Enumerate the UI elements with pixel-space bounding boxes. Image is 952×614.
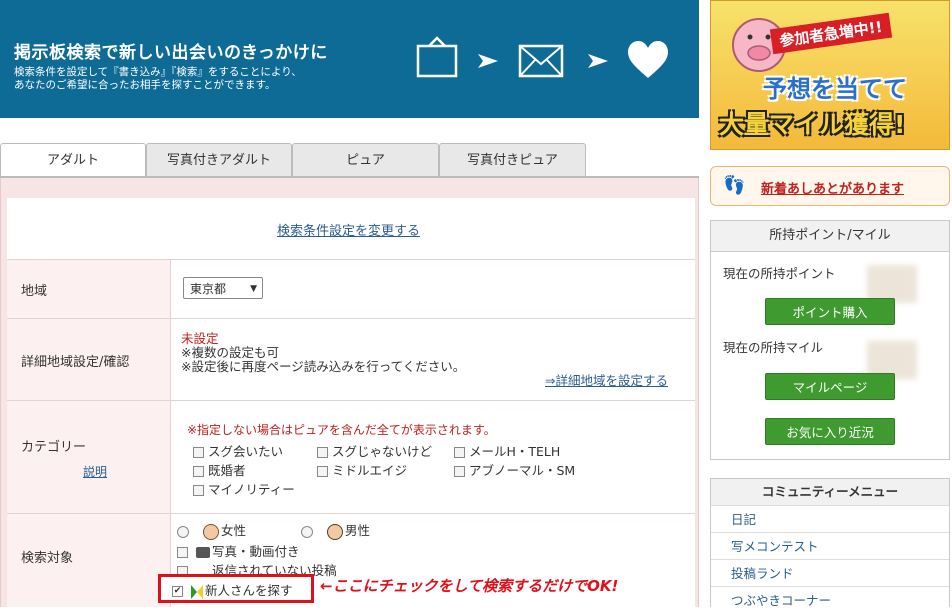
checkbox[interactable] — [193, 485, 204, 496]
checkbox[interactable] — [193, 466, 204, 477]
checkbox[interactable] — [454, 466, 465, 477]
detail-region-set-link[interactable]: ⇒詳細地域を設定する — [545, 370, 668, 389]
community-item-tweet-corner[interactable]: つぶやきコーナー — [711, 586, 949, 613]
search-panel: 検索条件設定を変更する 地域 東京都 ▼ 詳細地域設定/確認 未設定 ※複数の設… — [0, 178, 699, 607]
hero-title: 掲示板検索で新しい出会いのきっかけに — [14, 43, 328, 63]
tab-adult-photo[interactable]: 写真付きアダルト — [146, 143, 292, 176]
checkbox[interactable] — [317, 447, 328, 458]
change-conditions-row: 検索条件設定を変更する — [7, 198, 695, 260]
gender-male-option[interactable]: 男性 — [301, 520, 370, 540]
checkbox-checked[interactable]: ✔ — [172, 586, 183, 597]
community-menu: コミュニティーメニュー 日記 写メコンテスト 投稿ランド つぶやきコーナー — [710, 478, 950, 608]
buy-points-button[interactable]: ポイント購入 — [765, 298, 895, 325]
points-box: 所持ポイント/マイル 現在の所持ポイント ポイント購入 現在の所持マイル マイル… — [710, 220, 950, 460]
category-label: カテゴリー — [21, 440, 87, 455]
detail-unset-text: 未設定 — [181, 331, 219, 346]
footprint-link[interactable]: 新着あしあとがあります — [761, 178, 904, 197]
category-option[interactable]: メールH・TELH — [454, 441, 560, 460]
search-target-label: 検索対象 — [21, 551, 74, 566]
category-option[interactable]: マイノリティー — [193, 479, 295, 498]
category-row: カテゴリー 説明 ※指定しない場合はピュアを含んだ全てが表示されます。 スグ会い… — [7, 401, 695, 514]
category-option[interactable]: スグじゃないけど — [317, 441, 432, 460]
detail-note-2: ※設定後に再度ページ読み込みを行ってください。 — [181, 359, 466, 374]
beginner-mark-icon — [190, 584, 203, 599]
ad-line-2: 大量マイル獲得! — [719, 110, 906, 139]
region-select[interactable]: 東京都 ▼ — [183, 277, 263, 299]
newcomer-option[interactable]: ✔ 新人さんを探す — [172, 580, 293, 599]
change-conditions-link[interactable]: 検索条件設定を変更する — [277, 220, 420, 239]
annotation-text: ←ここにチェックをして検索するだけでOK! — [320, 577, 619, 595]
community-header: コミュニティーメニュー — [711, 479, 949, 505]
hero-banner: 掲示板検索で新しい出会いのきっかけに 検索条件を設定して『書き込み』『検索』をす… — [0, 0, 699, 118]
camera-icon — [195, 547, 210, 558]
points-header: 所持ポイント/マイル — [711, 221, 949, 252]
favorites-button[interactable]: お気に入り近況 — [765, 418, 895, 445]
ad-line-1: 予想を当てて — [763, 75, 907, 103]
category-option[interactable]: ミドルエイジ — [317, 460, 407, 479]
community-item-diary[interactable]: 日記 — [711, 505, 949, 532]
tab-adult[interactable]: アダルト — [0, 143, 146, 178]
detail-region-label-cell: 詳細地域設定/確認 — [7, 319, 171, 400]
region-select-value: 東京都 — [190, 282, 227, 296]
tab-pure[interactable]: ピュア — [292, 143, 439, 176]
tab-pure-photo[interactable]: 写真付きピュア — [439, 143, 586, 176]
community-item-photo-contest[interactable]: 写メコンテスト — [711, 532, 949, 559]
category-label-cell: カテゴリー 説明 — [7, 401, 171, 513]
miles-page-button[interactable]: マイルページ — [765, 373, 895, 400]
checkbox[interactable] — [317, 466, 328, 477]
checkbox[interactable] — [193, 447, 204, 458]
radio-button[interactable] — [177, 525, 189, 538]
footprint-icon: 👣 — [723, 175, 746, 196]
ad-banner[interactable]: 参加者急増中!! 予想を当てて 大量マイル獲得! — [710, 0, 950, 150]
arrow-right-icon — [478, 54, 498, 68]
current-miles-label: 現在の所持マイル — [723, 340, 824, 355]
search-target-label-cell: 検索対象 — [7, 514, 171, 607]
gender-female-option[interactable]: 女性 — [177, 520, 246, 540]
hero-description: 検索条件を設定して『書き込み』『検索』をすることにより、 あなたのご希望に合った… — [14, 66, 302, 91]
female-avatar-icon — [202, 523, 219, 540]
checkbox[interactable] — [454, 447, 465, 458]
current-points-label: 現在の所持ポイント — [723, 266, 836, 281]
newcomer-highlight: ✔ 新人さんを探す — [158, 574, 314, 603]
with-photo-option[interactable]: 写真・動画付き — [177, 541, 300, 560]
community-item-post-land[interactable]: 投稿ランド — [711, 559, 949, 586]
mail-icon — [518, 44, 564, 78]
category-note: ※指定しない場合はピュアを含んだ全てが表示されます。 — [187, 423, 496, 437]
radio-button[interactable] — [301, 525, 313, 538]
detail-note-1: ※複数の設定も可 — [181, 345, 279, 360]
dropdown-arrow-icon: ▼ — [250, 284, 257, 294]
detail-region-row: 詳細地域設定/確認 未設定 ※複数の設定も可 ※設定後に再度ページ読み込みを行っ… — [7, 319, 695, 401]
category-option[interactable]: スグ会いたい — [193, 441, 283, 460]
heart-icon — [628, 41, 668, 78]
detail-region-label: 詳細地域設定/確認 — [21, 355, 130, 370]
category-help-link[interactable]: 説明 — [83, 463, 107, 480]
arrow-right-icon — [588, 54, 608, 68]
footprint-notice[interactable]: 👣 新着あしあとがあります — [710, 166, 950, 206]
detail-region-info: 未設定 ※複数の設定も可 ※設定後に再度ページ読み込みを行ってください。 — [181, 332, 465, 374]
region-label-cell: 地域 — [7, 260, 171, 318]
region-label: 地域 — [21, 284, 48, 299]
checkbox[interactable] — [177, 547, 188, 558]
category-option[interactable]: 既婚者 — [193, 460, 246, 479]
board-icon — [416, 36, 458, 78]
male-avatar-icon — [326, 523, 343, 540]
region-row: 地域 東京都 ▼ — [7, 260, 695, 319]
category-option[interactable]: アブノーマル・SM — [454, 460, 575, 479]
